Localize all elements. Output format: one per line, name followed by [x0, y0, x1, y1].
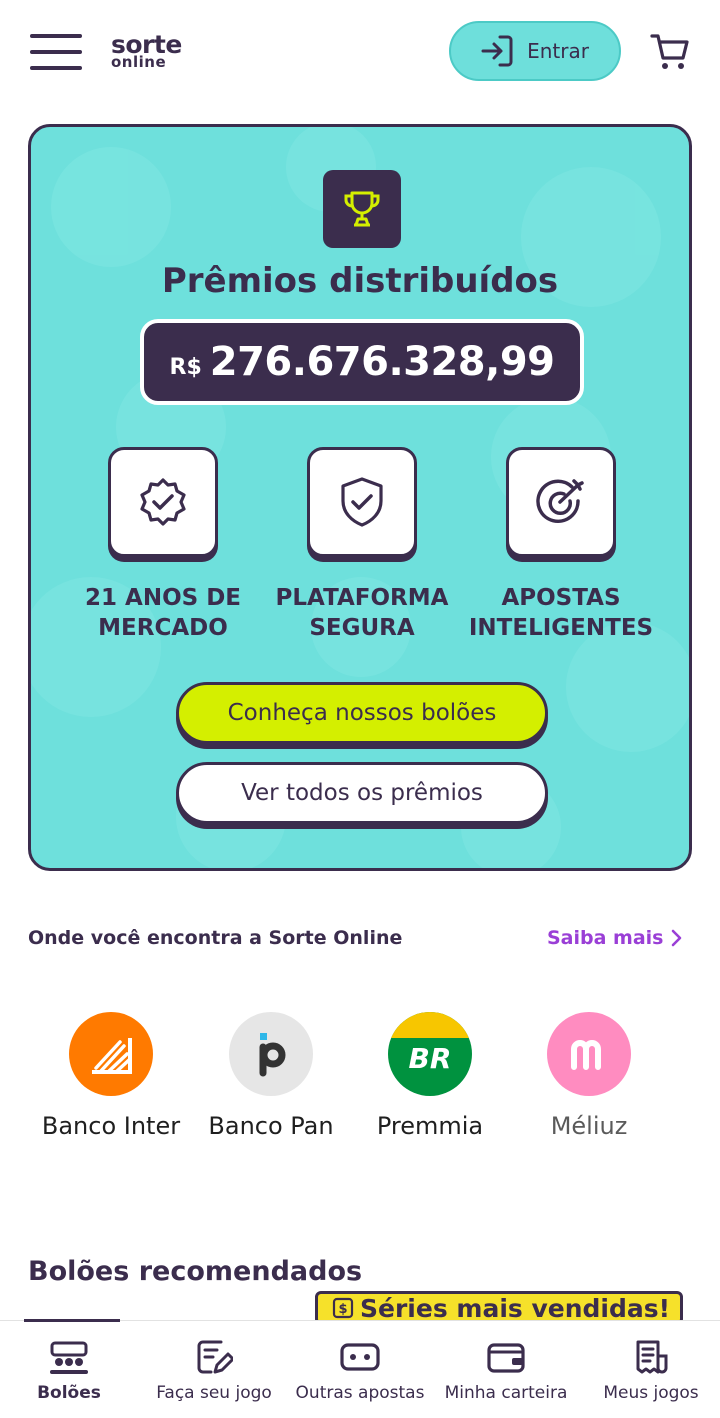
- wallet-icon: [484, 1335, 528, 1379]
- edit-ticket-icon: [192, 1335, 236, 1379]
- partner-banco-inter[interactable]: Banco Inter: [31, 1012, 191, 1140]
- target-arrow-icon: [506, 447, 616, 557]
- app-header: sorte online Entrar: [0, 0, 720, 104]
- feature-3-line1: APOSTAS: [501, 585, 621, 611]
- nav-label: Bolões: [37, 1383, 101, 1403]
- feature-3-line2: INTELIGENTES: [468, 615, 654, 641]
- learn-more-label: Saiba mais: [547, 927, 664, 949]
- shield-check-icon: [307, 447, 417, 557]
- bottom-navigation: Bolões Faça seu jogo Outras apostas Minh…: [0, 1319, 720, 1418]
- partner-banco-pan[interactable]: Banco Pan: [191, 1012, 351, 1140]
- feature-secure-platform: PLATAFORMA SEGURA: [262, 447, 462, 643]
- currency-label: R$: [169, 354, 202, 380]
- meliuz-logo: [547, 1012, 631, 1096]
- feature-market-years: 21 ANOS DE MERCADO: [63, 447, 263, 643]
- feature-2-line1: PLATAFORMA: [275, 585, 449, 611]
- login-button[interactable]: Entrar: [449, 21, 621, 81]
- nav-outras-apostas[interactable]: Outras apostas: [290, 1321, 430, 1418]
- menu-icon[interactable]: [30, 34, 82, 70]
- login-icon: [481, 35, 513, 67]
- banco-inter-logo: [69, 1012, 153, 1096]
- hero-title: Prêmios distribuídos: [161, 261, 559, 301]
- feature-1-line1: 21 ANOS DE: [85, 585, 241, 611]
- partner-premmia[interactable]: BR Premmia: [350, 1012, 510, 1140]
- feature-2-line2: SEGURA: [309, 615, 415, 641]
- ticket-icon: [338, 1335, 382, 1379]
- partner-name: Premmia: [376, 1112, 484, 1140]
- nav-label: Outras apostas: [295, 1383, 425, 1403]
- cart-icon[interactable]: [650, 32, 690, 72]
- receipt-icon: [629, 1335, 673, 1379]
- see-all-prizes-button[interactable]: Ver todos os prêmios: [176, 762, 548, 824]
- nav-boloes[interactable]: Bolões: [0, 1321, 138, 1418]
- recommended-title: Bolões recomendados: [28, 1256, 363, 1287]
- trophy-icon: [323, 170, 401, 248]
- sorte-online-logo[interactable]: sorte online: [111, 32, 182, 70]
- discover-boloes-button[interactable]: Conheça nossos bolões: [176, 682, 548, 744]
- banco-pan-logo: [229, 1012, 313, 1096]
- nav-label: Faça seu jogo: [156, 1383, 272, 1403]
- chevron-right-icon: [671, 929, 681, 947]
- badge-label: Séries mais vendidas!: [360, 1293, 671, 1323]
- nav-faca-seu-jogo[interactable]: Faça seu jogo: [144, 1321, 284, 1418]
- nav-minha-carteira[interactable]: Minha carteira: [436, 1321, 576, 1418]
- login-label: Entrar: [527, 39, 589, 63]
- partner-name: Banco Inter: [41, 1112, 181, 1140]
- nav-label: Minha carteira: [444, 1383, 568, 1403]
- amount-value: 276.676.328,99: [209, 339, 555, 385]
- prize-amount: R$ 276.676.328,99: [140, 319, 584, 405]
- group-icon: [47, 1335, 91, 1379]
- feature-1-line2: MERCADO: [98, 615, 228, 641]
- partner-meliuz[interactable]: Méliuz: [509, 1012, 669, 1140]
- prizes-hero-card: Prêmios distribuídos R$ 276.676.328,99 2…: [28, 124, 692, 871]
- money-icon: $: [332, 1297, 354, 1319]
- partner-name: Méliuz: [550, 1112, 628, 1140]
- partners-section-title: Onde você encontra a Sorte Online: [28, 927, 403, 949]
- partner-name: Banco Pan: [208, 1112, 334, 1140]
- badge-check-icon: [108, 447, 218, 557]
- nav-label: Meus jogos: [603, 1383, 699, 1403]
- svg-text:$: $: [338, 1302, 347, 1317]
- nav-meus-jogos[interactable]: Meus jogos: [582, 1321, 720, 1418]
- svg-text:BR: BR: [409, 1042, 452, 1075]
- learn-more-link[interactable]: Saiba mais: [547, 927, 682, 949]
- feature-smart-bets: APOSTAS INTELIGENTES: [461, 447, 661, 643]
- premmia-br-logo: BR: [388, 1012, 472, 1096]
